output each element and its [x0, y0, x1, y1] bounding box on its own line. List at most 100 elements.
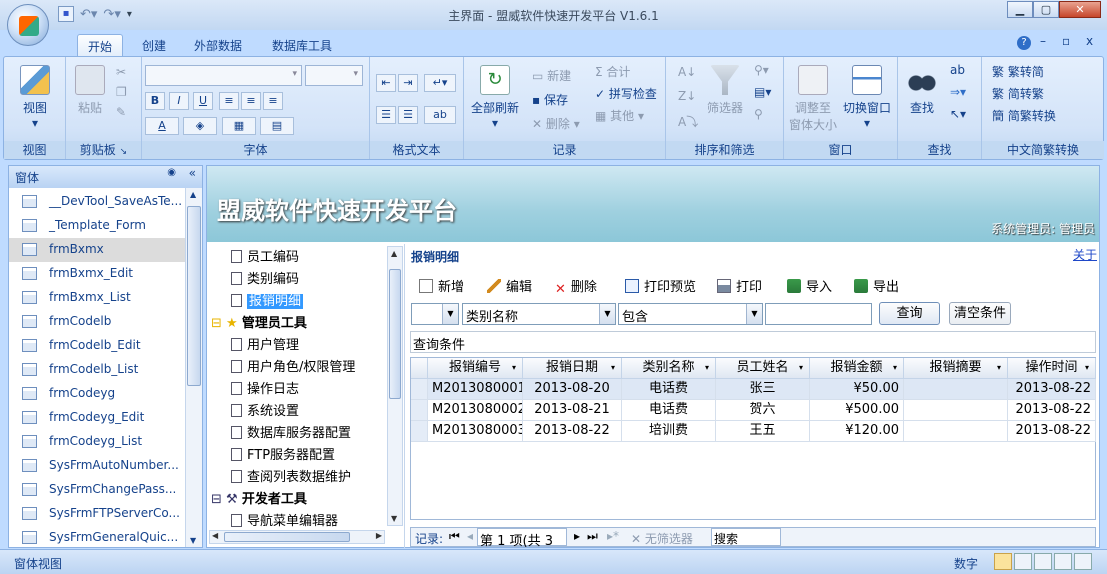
paragraph-icon[interactable]: ↵▾	[424, 74, 456, 92]
table-row[interactable]: M2013080002 2013-08-21 电话费 贺六 ¥500.00 2013-08…	[411, 400, 1096, 421]
font-color-button[interactable]: A	[145, 117, 179, 135]
table-row[interactable]: M2013080001 2013-08-20 电话费 张三 ¥50.00 2013-08-…	[411, 379, 1096, 400]
clear-conditions-button[interactable]: 清空条件	[949, 302, 1011, 325]
redo-icon[interactable]: ↷▾	[103, 7, 120, 22]
mdi-restore-button[interactable]: ▫	[1062, 34, 1070, 48]
align-center-icon[interactable]: ≡	[241, 92, 261, 110]
select-icon[interactable]: ↖▾	[950, 107, 966, 121]
tree-scroll-right-icon[interactable]: ▶	[376, 531, 382, 540]
new-record-icon[interactable]: ▸*	[607, 529, 619, 543]
select-all-corner[interactable]	[411, 358, 428, 379]
nav-item-form[interactable]: frmBxmx_Edit	[9, 262, 185, 286]
decrease-indent-icon[interactable]: ⇤	[376, 74, 396, 92]
column-dropdown-icon[interactable]: ▾	[893, 358, 897, 378]
nav-item-form[interactable]: __DevTool_SaveAsTe...	[9, 190, 185, 214]
no-filter-indicator[interactable]: ✕ 无筛选器	[631, 530, 693, 547]
fit-to-form-button[interactable]: 调整至 窗体大小	[788, 65, 838, 133]
print-preview-button[interactable]: 打印预览	[625, 276, 696, 295]
table-cell[interactable]: 培训费	[622, 421, 716, 442]
scroll-thumb[interactable]	[187, 206, 201, 386]
about-link[interactable]: 关于	[1073, 246, 1097, 263]
tree-scroll-up-icon[interactable]: ▲	[391, 249, 397, 258]
more-button[interactable]: ▦ 其他 ▾	[595, 107, 644, 124]
filter-value-input[interactable]	[765, 303, 872, 325]
nav-scrollbar[interactable]: ▲ ▼	[185, 188, 202, 547]
table-cell[interactable]	[904, 421, 1008, 442]
tree-node[interactable]: 员工编码	[231, 246, 299, 265]
replace-icon[interactable]: ab	[950, 63, 965, 77]
dialog-launcher-icon[interactable]: ↘	[120, 147, 128, 157]
datasheet-view-icon[interactable]	[1014, 553, 1032, 570]
last-record-icon[interactable]: ⏭	[587, 529, 598, 544]
tree-node[interactable]: 系统设置	[231, 400, 299, 419]
convert-button[interactable]: 簡 简繁转换	[992, 107, 1056, 124]
logic-combo[interactable]: ▼	[411, 303, 459, 325]
tree-node[interactable]: 用户角色/权限管理	[231, 356, 355, 375]
operator-combo[interactable]: 包含 ▼	[618, 303, 763, 325]
table-cell[interactable]: 2013-08-22	[1008, 379, 1096, 400]
customize-qat-icon[interactable]: ▾	[127, 9, 132, 20]
tab-home[interactable]: 开始	[77, 34, 124, 56]
switch-window-button[interactable]: 切换窗口 ▾	[840, 65, 894, 130]
column-dropdown-icon[interactable]: ▾	[705, 358, 709, 378]
toggle-filter-icon[interactable]: ⚲	[754, 107, 763, 121]
column-dropdown-icon[interactable]: ▾	[1085, 358, 1089, 378]
table-cell[interactable]: ¥50.00	[810, 379, 904, 400]
column-header[interactable]: 报销日期 ▾	[523, 358, 622, 379]
table-cell[interactable]: 2013-08-22	[1008, 400, 1096, 421]
numbering-icon[interactable]: ☰	[398, 106, 418, 124]
to-simplified-button[interactable]: 繁 繁转简	[992, 63, 1044, 80]
close-button[interactable]: ✕	[1059, 1, 1101, 18]
font-name-combo[interactable]: ▾	[145, 65, 302, 86]
tree-hscrollbar[interactable]: ◀ ▶	[209, 530, 385, 544]
tab-external-data[interactable]: 外部数据	[184, 34, 252, 56]
save-record-button[interactable]: ▪ 保存	[532, 91, 568, 108]
column-header[interactable]: 报销金额 ▾	[810, 358, 904, 379]
tree-scroll-thumb[interactable]	[389, 269, 401, 399]
advanced-filter-icon[interactable]: ▤▾	[754, 85, 771, 99]
refresh-all-button[interactable]: ↻ 全部刷新 ▾	[468, 65, 522, 130]
column-header[interactable]: 员工姓名 ▾	[716, 358, 810, 379]
tree-node[interactable]: 数据库服务器配置	[231, 422, 351, 441]
nav-item-form[interactable]: frmCodelb	[9, 310, 185, 334]
search-box[interactable]: 搜索	[711, 528, 781, 546]
tree-node[interactable]: 用户管理	[231, 334, 299, 353]
tree-node[interactable]: 导航菜单编辑器	[231, 510, 338, 529]
column-header[interactable]: 类别名称 ▾	[622, 358, 716, 379]
italic-button[interactable]: I	[169, 92, 189, 110]
totals-button[interactable]: Σ 合计	[595, 63, 630, 80]
table-cell[interactable]: 2013-08-20	[523, 379, 622, 400]
nav-item-form[interactable]: SysFrmAutoNumber...	[9, 454, 185, 478]
tree-node[interactable]: 操作日志	[231, 378, 299, 397]
tree-hscroll-thumb[interactable]	[224, 532, 350, 542]
to-traditional-button[interactable]: 繁 简转繁	[992, 85, 1044, 102]
selection-filter-icon[interactable]: ⚲▾	[754, 63, 769, 77]
tree-node[interactable]: ⊟ ★ 管理员工具	[211, 312, 307, 331]
nav-item-form[interactable]: frmCodelb_Edit	[9, 334, 185, 358]
undo-icon[interactable]: ↶▾	[80, 7, 97, 22]
cut-icon[interactable]: ✂	[116, 65, 126, 79]
add-button[interactable]: 新增	[419, 276, 464, 295]
filter-button[interactable]: 筛选器	[704, 65, 746, 116]
bold-button[interactable]: B	[145, 92, 165, 110]
table-cell[interactable]: 电话费	[622, 379, 716, 400]
table-cell[interactable]: 2013-08-21	[523, 400, 622, 421]
column-dropdown-icon[interactable]: ▾	[611, 358, 615, 378]
field-combo[interactable]: 类别名称 ▼	[462, 303, 616, 325]
query-button[interactable]: 查询	[879, 302, 940, 325]
tree-scroll-left-icon[interactable]: ◀	[212, 531, 218, 540]
prev-record-icon[interactable]: ◂	[467, 529, 473, 543]
table-cell[interactable]: ¥500.00	[810, 400, 904, 421]
nav-item-form[interactable]: frmCodeyg	[9, 382, 185, 406]
underline-button[interactable]: U	[193, 92, 213, 110]
nav-item-form[interactable]: frmCodeyg_Edit	[9, 406, 185, 430]
delete-record-button[interactable]: ✕ 删除 ▾	[532, 115, 580, 132]
tab-create[interactable]: 创建	[132, 34, 176, 56]
tree-node[interactable]: FTP服务器配置	[231, 444, 335, 463]
nav-item-form[interactable]: SysFrmGeneralQuic...	[9, 526, 185, 550]
table-cell[interactable]: ¥120.00	[810, 421, 904, 442]
table-cell[interactable]: M2013080001	[428, 379, 523, 400]
align-right-icon[interactable]: ≡	[263, 92, 283, 110]
highlight-icon[interactable]: ab	[424, 106, 456, 124]
query-conditions-field[interactable]: 查询条件	[410, 331, 1096, 353]
